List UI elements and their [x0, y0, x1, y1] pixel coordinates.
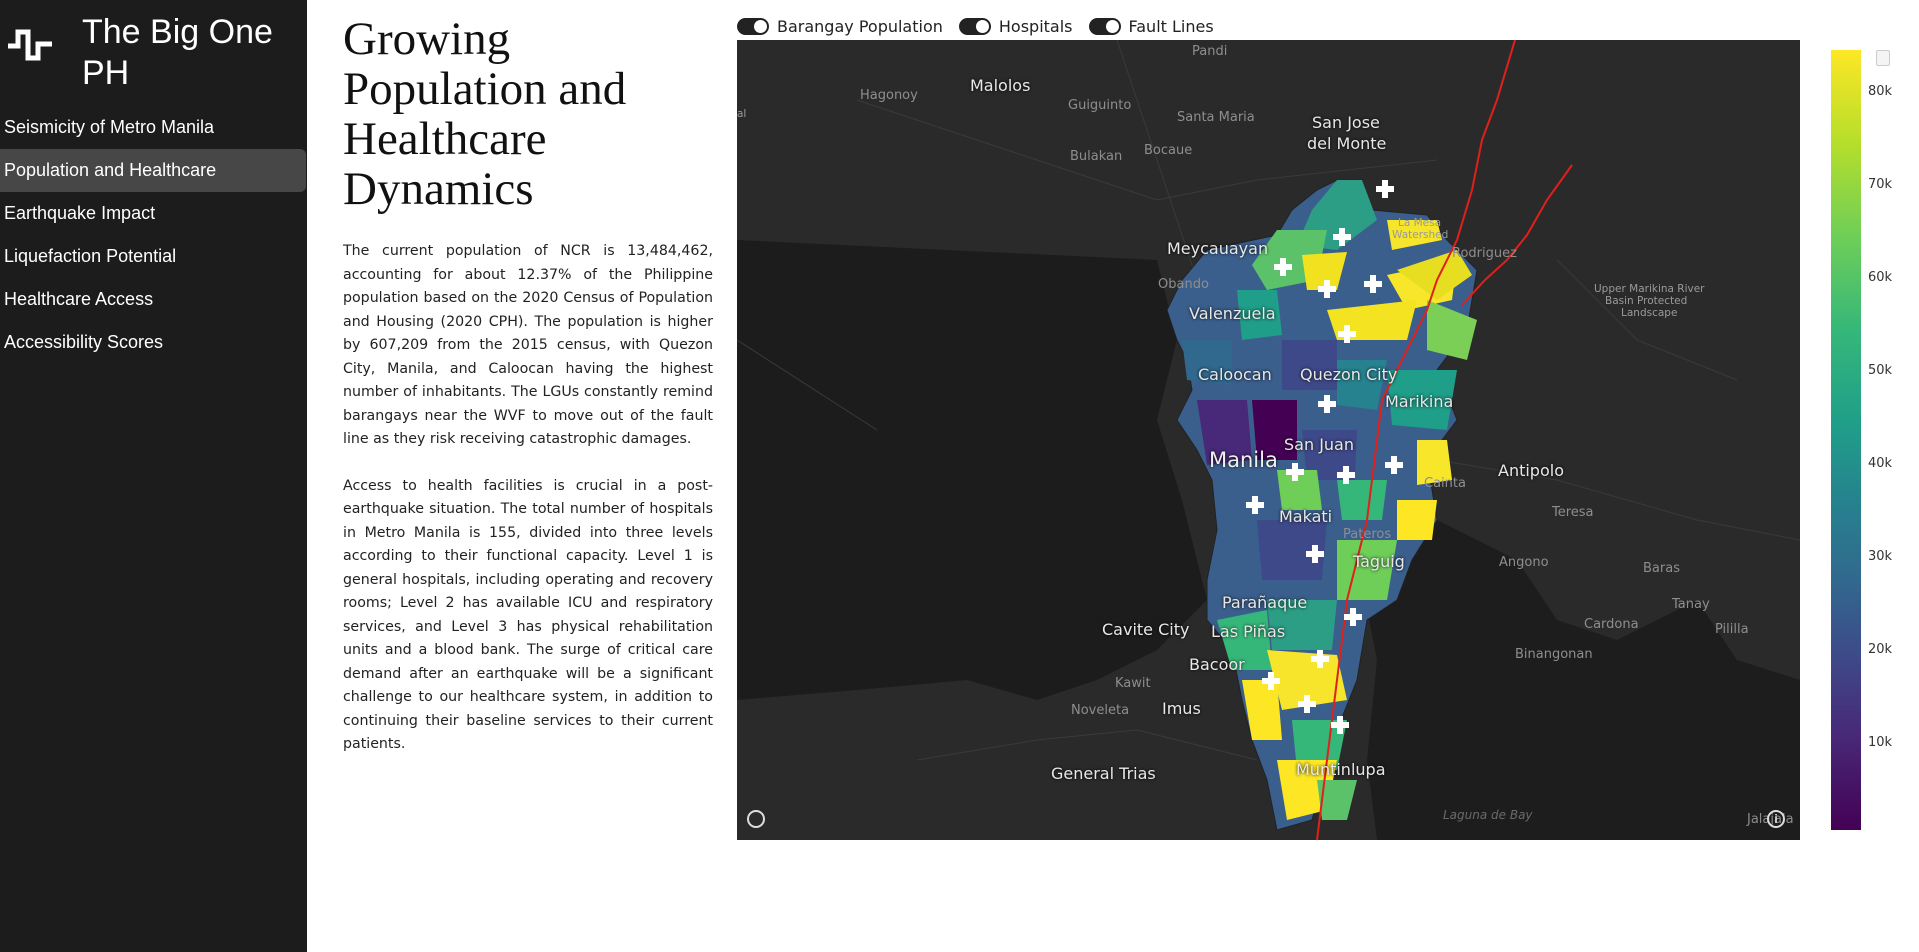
place-label: Meycauayan — [1167, 239, 1269, 258]
place-label: al — [737, 108, 747, 120]
place-label: Quezon City — [1300, 365, 1398, 384]
nav-item-population-healthcare[interactable]: Population and Healthcare — [0, 149, 306, 192]
place-label: Pandi — [1192, 44, 1228, 59]
nav-item-liquefaction[interactable]: Liquefaction Potential — [0, 235, 307, 278]
page-title: Growing Population and Healthcare Dynami… — [343, 13, 627, 215]
place-label: Caloocan — [1198, 365, 1272, 384]
sidebar: The Big One PH Seismicity of Metro Manil… — [0, 0, 307, 952]
place-label: Pililla — [1715, 622, 1749, 637]
colorbar-tick: 30k — [1868, 549, 1893, 564]
toggle-label: Hospitals — [998, 16, 1073, 36]
place-label: del Monte — [1307, 134, 1387, 153]
colorbar-tick: 10k — [1868, 735, 1893, 750]
place-label: La Mesa — [1398, 217, 1442, 229]
place-label: Angono — [1499, 555, 1549, 570]
info-icon[interactable]: i — [1767, 810, 1785, 828]
colorbar-tick: 70k — [1868, 177, 1893, 192]
seismograph-icon — [8, 29, 52, 61]
place-label: Marikina — [1385, 392, 1454, 411]
toggle-label: Fault Lines — [1128, 16, 1214, 36]
population-map[interactable]: Pandi Malolos Hagonoy Guiguinto Santa Ma… — [737, 40, 1800, 840]
nav-item-seismicity[interactable]: Seismicity of Metro Manila — [0, 106, 307, 149]
place-label: Binangonan — [1515, 647, 1593, 662]
place-label: Antipolo — [1498, 461, 1564, 480]
colorbar-tick: 80k — [1868, 84, 1893, 99]
map-canvas[interactable] — [737, 40, 1800, 840]
nav-item-healthcare-access[interactable]: Healthcare Access — [0, 278, 307, 321]
place-label: Valenzuela — [1189, 304, 1276, 323]
paragraph-healthcare: Access to health facilities is crucial i… — [343, 477, 713, 753]
place-label: Guiguinto — [1068, 98, 1132, 113]
colorbar-tick: 60k — [1868, 270, 1893, 285]
place-label: Parañaque — [1222, 593, 1308, 612]
place-label: Taguig — [1353, 552, 1405, 571]
place-label: Manila — [1209, 448, 1278, 472]
place-label: Noveleta — [1071, 703, 1130, 718]
place-label: Bulakan — [1070, 149, 1123, 164]
layer-toggles: Barangay Population Hospitals Fault Line… — [737, 15, 1230, 37]
place-label: Makati — [1279, 507, 1333, 526]
place-label: San Jose — [1312, 113, 1380, 132]
place-label: Cavite City — [1102, 620, 1190, 639]
place-label: Rodriguez — [1452, 246, 1517, 261]
place-label: Tanay — [1672, 597, 1710, 612]
nav-item-accessibility-scores[interactable]: Accessibility Scores — [0, 321, 307, 364]
place-label: Laguna de Bay — [1443, 808, 1533, 822]
place-label: Obando — [1158, 277, 1209, 292]
place-label: Pateros — [1343, 527, 1392, 542]
population-colorbar — [1831, 50, 1861, 830]
colorbar-tick: 20k — [1868, 642, 1893, 657]
place-label: Las Piñas — [1211, 622, 1286, 641]
toggle-fault-lines[interactable]: Fault Lines — [1088, 16, 1214, 36]
colorbar-handle[interactable] — [1876, 50, 1890, 66]
place-label: General Trias — [1051, 764, 1156, 783]
toggle-switch[interactable] — [1088, 17, 1121, 35]
place-label: Hagonoy — [860, 88, 918, 103]
place-label: Cardona — [1584, 617, 1639, 632]
toggle-switch[interactable] — [737, 17, 769, 35]
place-label: Baras — [1643, 561, 1680, 576]
place-label: Cainta — [1424, 476, 1466, 491]
toggle-barangay-population[interactable]: Barangay Population — [737, 17, 943, 36]
place-label: Malolos — [970, 76, 1031, 95]
place-label: Landscape — [1621, 307, 1678, 319]
place-label: Bocaue — [1144, 143, 1193, 158]
place-label: Bacoor — [1189, 655, 1245, 674]
place-label: Upper Marikina River — [1594, 283, 1705, 295]
brand[interactable]: The Big One PH — [8, 12, 303, 97]
paragraph-population: The current population of NCR is 13,484,… — [343, 243, 713, 447]
toggle-switch[interactable] — [958, 17, 991, 35]
place-label: San Juan — [1284, 435, 1354, 454]
colorbar-tick: 40k — [1868, 456, 1893, 471]
nav-item-earthquake-impact[interactable]: Earthquake Impact — [0, 192, 307, 235]
colorbar-tick: 50k — [1868, 363, 1893, 378]
sidebar-nav: Seismicity of Metro Manila Population an… — [0, 106, 307, 364]
toggle-hospitals[interactable]: Hospitals — [958, 16, 1073, 36]
place-label: Muntinlupa — [1296, 760, 1386, 779]
place-label: Teresa — [1552, 505, 1594, 520]
place-label: Imus — [1162, 699, 1201, 718]
app-title: The Big One PH — [82, 13, 273, 92]
place-label: Kawit — [1115, 676, 1151, 691]
toggle-label: Barangay Population — [777, 16, 943, 36]
place-label: Basin Protected — [1605, 295, 1688, 307]
place-label: Watershed — [1392, 229, 1449, 241]
place-label: Santa Maria — [1177, 110, 1255, 125]
map-logo-icon[interactable] — [747, 810, 765, 828]
article: Growing Population and Healthcare Dynami… — [343, 14, 713, 757]
